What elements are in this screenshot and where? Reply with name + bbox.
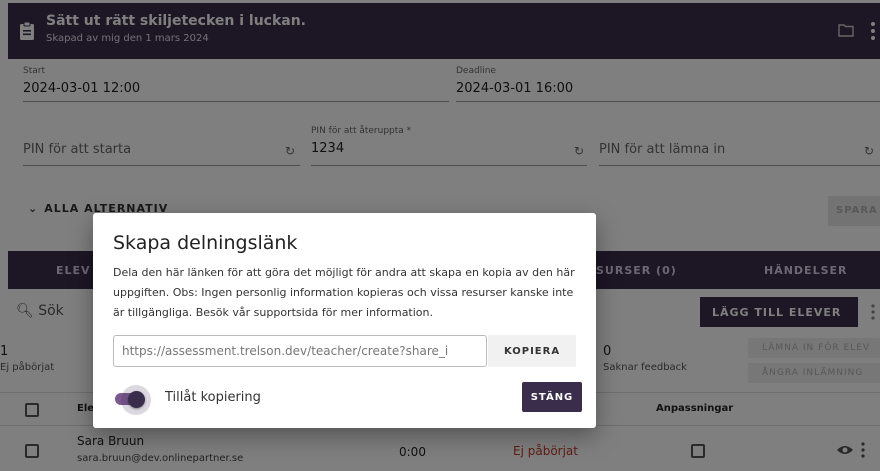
dialog-title: Skapa delningslänk [113, 232, 298, 254]
allow-copy-toggle[interactable] [113, 383, 153, 415]
toggle-knob [128, 391, 145, 408]
dialog-description: Dela den här länken för att göra det möj… [113, 266, 575, 319]
share-link-input[interactable] [113, 335, 487, 367]
close-button[interactable]: STÄNG [522, 382, 582, 412]
allow-copy-label: Tillåt kopiering [165, 390, 261, 405]
share-link-dialog: Skapa delningslänk Dela den här länken f… [93, 213, 596, 428]
copy-button[interactable]: KOPIERA [488, 335, 576, 367]
